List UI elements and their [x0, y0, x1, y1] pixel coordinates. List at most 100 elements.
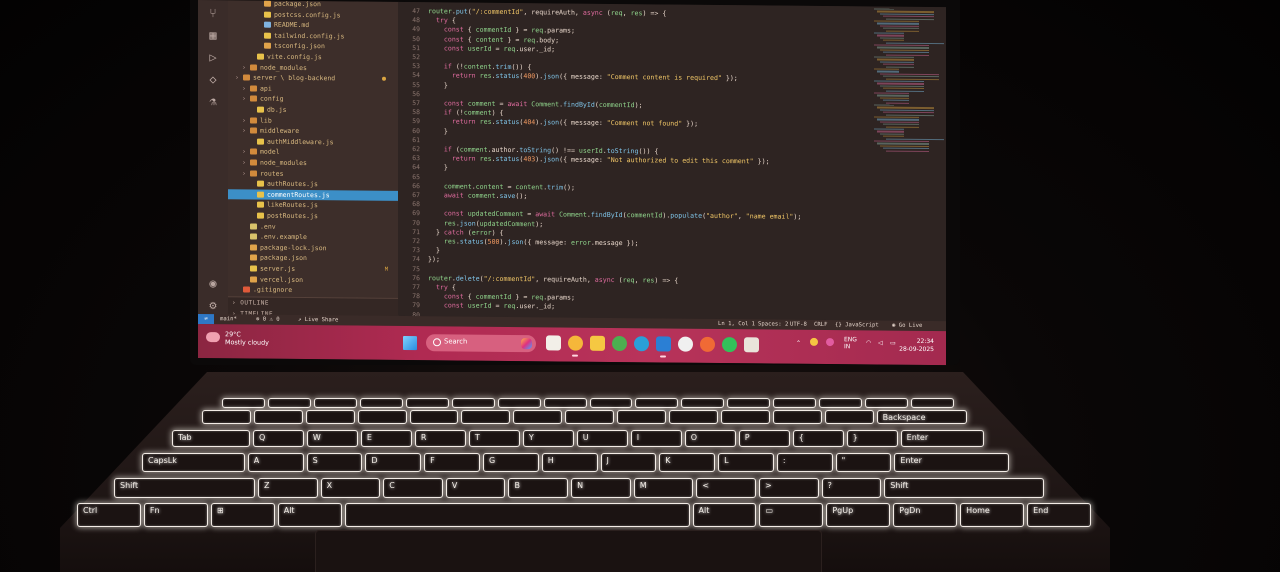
key[interactable]	[720, 410, 770, 424]
code-line[interactable]: res.status(500).json({ message: error.me…	[428, 237, 639, 249]
gear-icon[interactable]: ⚙	[206, 298, 220, 312]
chevron-up-icon[interactable]: ⌃	[796, 340, 801, 347]
chrome-icon[interactable]	[568, 335, 583, 351]
tray-badge-icon[interactable]	[826, 338, 834, 348]
key[interactable]	[824, 410, 874, 424]
key[interactable]	[451, 398, 495, 408]
whatsapp-icon[interactable]	[722, 337, 737, 353]
code-line[interactable]: const userId = req.user._id;	[428, 302, 555, 313]
battery-icon[interactable]: ▭	[890, 340, 896, 347]
key[interactable]	[543, 398, 587, 408]
minimap-line	[886, 30, 919, 32]
key[interactable]	[513, 410, 563, 424]
key[interactable]	[727, 398, 771, 408]
code-line[interactable]: const userId = req.user._id;	[428, 44, 555, 55]
cursor-position[interactable]: Ln 1, Col 1	[718, 319, 755, 329]
key[interactable]	[461, 410, 511, 424]
key[interactable]	[344, 503, 690, 527]
postman-icon[interactable]	[700, 336, 715, 352]
key[interactable]	[202, 410, 251, 424]
key[interactable]	[669, 410, 718, 424]
code-line[interactable]: });	[428, 256, 440, 266]
code-line[interactable]: }	[428, 81, 448, 91]
key[interactable]	[565, 410, 615, 424]
encoding[interactable]: UTF-8	[790, 320, 807, 330]
search-icon	[433, 338, 441, 347]
key[interactable]	[313, 398, 357, 408]
key[interactable]	[865, 398, 909, 408]
run-debug-icon[interactable]: ▷	[206, 50, 220, 64]
code-line[interactable]: return res.status(400).json({ message: "…	[428, 72, 738, 85]
account-icon[interactable]: ◉	[206, 276, 220, 290]
language-mode[interactable]: {} JavaScript	[835, 320, 879, 330]
key[interactable]	[617, 410, 667, 424]
key[interactable]	[357, 410, 407, 424]
folder-icon[interactable]	[590, 335, 605, 351]
laptop-screen: ⑂ ▦ ▷ ◇ ⚗ ◉ ⚙ package.json postcss.config…	[198, 0, 946, 366]
wifi-icon[interactable]: ◠	[866, 339, 871, 346]
key[interactable]	[267, 398, 311, 408]
minimap-line	[883, 63, 914, 66]
key[interactable]	[497, 398, 541, 408]
code-line[interactable]: router.put("/:commentId", requireAuth, a…	[428, 7, 666, 19]
key[interactable]	[305, 410, 355, 424]
file-icon	[264, 32, 271, 39]
language-indicator[interactable]: ENG IN	[844, 336, 857, 350]
remote-icon[interactable]: ⇌	[198, 314, 214, 325]
taskbar-clock[interactable]: 22:34 28-09-2025	[899, 338, 934, 354]
file-explorer-icon[interactable]	[546, 335, 561, 351]
key-label: M	[639, 481, 647, 490]
key[interactable]	[589, 398, 633, 408]
clock-icon[interactable]	[678, 336, 693, 352]
problems-indicator[interactable]: ⊗ 0 ⚠ 0	[256, 315, 280, 325]
line-ending[interactable]: CRLF	[814, 320, 827, 330]
tray-sun-icon[interactable]	[810, 337, 818, 348]
minimap-line	[880, 97, 909, 99]
key[interactable]	[772, 410, 822, 424]
remote-explorer-icon[interactable]: ◇	[206, 72, 220, 86]
key[interactable]	[819, 398, 863, 408]
vscode-icon[interactable]	[656, 336, 671, 352]
key[interactable]	[681, 398, 725, 408]
code-line[interactable]: return res.status(404).json({ message: "…	[428, 118, 698, 130]
key[interactable]	[405, 398, 449, 408]
chrome-icon[interactable]	[612, 335, 627, 352]
folder-icon	[243, 74, 250, 81]
explorer-item-label: authRoutes.js	[267, 179, 318, 189]
folder-icon	[250, 148, 257, 155]
key[interactable]	[409, 410, 459, 424]
key[interactable]	[635, 398, 679, 408]
minimap-line	[874, 128, 904, 131]
copilot-icon[interactable]	[521, 338, 532, 350]
weather-widget[interactable]: 29°C Mostly cloudy	[225, 330, 269, 346]
key[interactable]	[253, 410, 303, 424]
key[interactable]	[911, 398, 954, 408]
extensions-icon[interactable]: ▦	[206, 28, 220, 42]
code-line[interactable]: }	[428, 164, 448, 174]
edge-icon[interactable]	[634, 336, 649, 352]
code-editor[interactable]: 47 48 49 50 51 52 53 54 55 56 57 58 59 60 61 62 63 64 65 66…	[398, 1, 946, 322]
code-line[interactable]: }	[428, 127, 448, 137]
testing-icon[interactable]: ⚗	[206, 94, 220, 108]
app-icon[interactable]	[744, 337, 759, 353]
file-icon	[250, 233, 257, 240]
source-control-icon[interactable]: ⑂	[206, 6, 220, 20]
key[interactable]	[222, 398, 265, 408]
key-label: V	[451, 481, 458, 490]
cloud-icon[interactable]	[206, 332, 220, 343]
code-line[interactable]: return res.status(403).json({ message: "…	[428, 154, 770, 167]
key[interactable]	[359, 398, 403, 408]
code-line[interactable]: router.delete("/:commentId", requireAuth…	[428, 274, 678, 286]
branch-indicator[interactable]: main*	[220, 314, 237, 324]
live-share-button[interactable]: ↗ Live Share	[298, 315, 338, 325]
minimap[interactable]	[874, 6, 944, 307]
indentation[interactable]: Spaces: 2	[758, 319, 788, 329]
key-label: Ctrl	[83, 506, 98, 515]
code-line[interactable]: await comment.save();	[428, 191, 527, 202]
explorer-item-label: node_modules	[260, 158, 307, 168]
go-live-button[interactable]: ◉ Go Live	[892, 321, 922, 331]
windows-start-icon[interactable]	[403, 335, 417, 351]
volume-icon[interactable]: ◁	[878, 340, 883, 347]
key[interactable]	[773, 398, 817, 408]
taskbar-search[interactable]: Search	[426, 334, 536, 353]
